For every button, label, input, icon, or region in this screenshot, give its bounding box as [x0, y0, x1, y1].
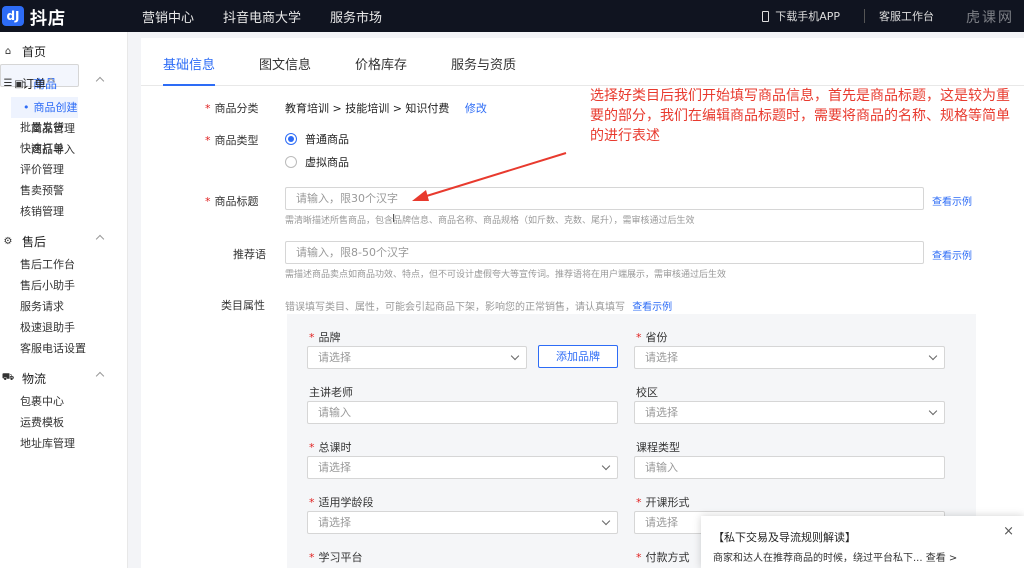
close-icon[interactable]: ×: [1003, 524, 1014, 539]
rules-notice-popup: 【私下交易及导流规则解读】 商家和达人在推荐商品的时候，绕过平台私下... 查看…: [701, 516, 1024, 568]
notice-title: 【私下交易及导流规则解读】: [713, 531, 856, 544]
text-cursor-icon: I: [392, 212, 396, 225]
annotation-arrow-icon: [412, 152, 567, 201]
notice-body[interactable]: 商家和达人在推荐商品的时候，绕过平台私下... 查看 >: [713, 549, 957, 564]
